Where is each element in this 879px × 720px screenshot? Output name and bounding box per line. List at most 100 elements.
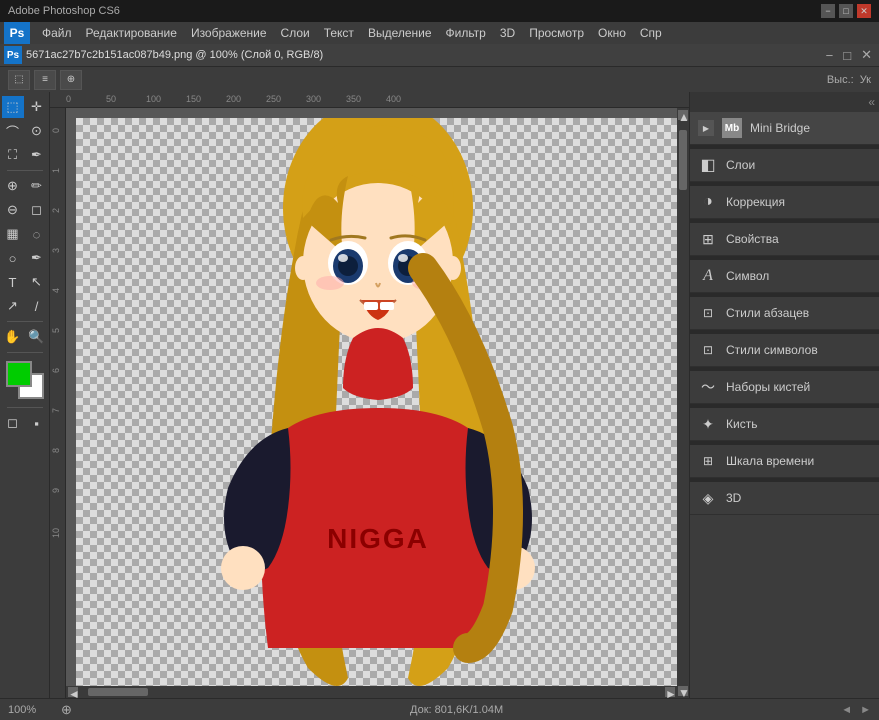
scrollbar-h-thumb[interactable] bbox=[88, 688, 148, 696]
ruler-v-mark-7: 7 bbox=[51, 408, 61, 413]
scrollbar-v-up[interactable]: ▲ bbox=[678, 110, 688, 120]
status-bar: 100% ⊕ Док: 801,6K/1.04M ◄ ► bbox=[0, 698, 879, 720]
maximize-button[interactable]: □ bbox=[839, 4, 853, 18]
ruler-v-mark-9: 9 bbox=[51, 488, 61, 493]
panel-item-properties[interactable]: ⊞ Свойства bbox=[690, 223, 879, 256]
quick-selection-tool[interactable]: ⊙ bbox=[26, 120, 48, 142]
tab-maximize[interactable]: □ bbox=[840, 48, 854, 63]
tool-row-4: ⊕ ✏ bbox=[2, 175, 48, 197]
ruler-mark-200: 200 bbox=[226, 94, 241, 104]
brush-tool[interactable]: ✏ bbox=[26, 175, 48, 197]
ruler-v-mark-6: 6 bbox=[51, 368, 61, 373]
style-option[interactable]: ≡ bbox=[34, 70, 56, 90]
tab-close[interactable]: ✕ bbox=[858, 47, 875, 63]
ruler-v-mark-1: 1 bbox=[51, 168, 61, 173]
panel-item-mini-bridge[interactable]: ▶ Mb Mini Bridge bbox=[690, 112, 879, 145]
scrollbar-h-left[interactable]: ◄ bbox=[68, 687, 78, 697]
close-button[interactable]: ✕ bbox=[857, 4, 871, 18]
feather-option[interactable]: ⬚ bbox=[8, 70, 30, 90]
line-tool[interactable]: / bbox=[26, 295, 48, 317]
menu-view[interactable]: Просмотр bbox=[523, 24, 590, 42]
brush-sets-icon: 〜 bbox=[698, 377, 718, 397]
paragraph-styles-icon: ⊡ bbox=[698, 303, 718, 323]
panel-item-timeline[interactable]: ⊞ Шкала времени bbox=[690, 445, 879, 478]
crop-tool[interactable]: ⛶ bbox=[2, 144, 24, 166]
path-selection-tool[interactable]: ↖ bbox=[26, 271, 48, 293]
panel-item-correction[interactable]: ◑ Коррекция bbox=[690, 186, 879, 219]
transform-option[interactable]: ⊕ bbox=[60, 70, 82, 90]
menu-edit[interactable]: Редактирование bbox=[80, 24, 183, 42]
panel-item-layers[interactable]: ◧ Слои bbox=[690, 149, 879, 182]
timeline-label: Шкала времени bbox=[726, 454, 814, 468]
canvas-wrapper: NIGGA bbox=[76, 118, 679, 688]
ruler-mark-250: 250 bbox=[266, 94, 281, 104]
brush-sets-label: Наборы кистей bbox=[726, 380, 810, 394]
ruler-v-mark-0: 0 bbox=[51, 128, 61, 133]
eyedropper-tool[interactable]: ✒ bbox=[26, 144, 48, 166]
blur-tool[interactable]: ◌ bbox=[26, 223, 48, 245]
correction-label: Коррекция bbox=[726, 195, 785, 209]
mode-standard[interactable]: ◻ bbox=[2, 412, 24, 434]
menu-help[interactable]: Спр bbox=[634, 24, 668, 42]
tool-sep-3 bbox=[7, 352, 43, 353]
color-box bbox=[6, 361, 44, 399]
tab-ps-icon: Ps bbox=[4, 46, 22, 64]
panel-item-brush[interactable]: ✦ Кисть bbox=[690, 408, 879, 441]
panel-item-3d[interactable]: ◈ 3D bbox=[690, 482, 879, 515]
canvas-area: 0 50 100 150 200 250 300 350 400 0 1 2 3… bbox=[50, 92, 689, 698]
ps-logo: Ps bbox=[4, 22, 30, 44]
menu-file[interactable]: Файл bbox=[36, 24, 78, 42]
healing-tool[interactable]: ⊕ bbox=[2, 175, 24, 197]
3d-label: 3D bbox=[726, 491, 741, 505]
scrollbar-h-right[interactable]: ► bbox=[665, 687, 675, 697]
panel-play-icon[interactable]: ▶ bbox=[698, 120, 714, 136]
scrollbar-v-thumb[interactable] bbox=[679, 130, 687, 190]
menu-3d[interactable]: 3D bbox=[494, 24, 521, 42]
panel-item-brush-sets[interactable]: 〜 Наборы кистей bbox=[690, 371, 879, 404]
tool-row-8: T ↖ bbox=[2, 271, 48, 293]
lasso-tool[interactable]: ⌒ bbox=[2, 120, 24, 142]
zoom-tool[interactable]: 🔍 bbox=[26, 326, 48, 348]
status-arrow-left[interactable]: ◄ bbox=[841, 704, 852, 716]
text-tool[interactable]: T bbox=[2, 271, 24, 293]
dodge-tool[interactable]: ○ bbox=[2, 247, 24, 269]
menu-text[interactable]: Текст bbox=[318, 24, 360, 42]
eraser-tool[interactable]: ◻ bbox=[26, 199, 48, 221]
tool-sep-4 bbox=[7, 407, 43, 408]
menu-image[interactable]: Изображение bbox=[185, 24, 273, 42]
canvas-scroll[interactable]: NIGGA bbox=[66, 108, 689, 698]
gradient-tool[interactable]: ▦ bbox=[2, 223, 24, 245]
menu-select[interactable]: Выделение bbox=[362, 24, 438, 42]
character-svg: NIGGA bbox=[188, 118, 568, 688]
mode-full[interactable]: ▪ bbox=[26, 412, 48, 434]
menu-window[interactable]: Окно bbox=[592, 24, 632, 42]
ruler-v-mark-10: 10 bbox=[51, 528, 61, 538]
panel-item-paragraph-styles[interactable]: ⊡ Стили абзацев bbox=[690, 297, 879, 330]
tool-sep-1 bbox=[7, 170, 43, 171]
panel-item-symbol[interactable]: A Символ bbox=[690, 260, 879, 293]
ruler-v-mark-2: 2 bbox=[51, 208, 61, 213]
status-arrow-right[interactable]: ► bbox=[860, 704, 871, 716]
menu-filter[interactable]: Фильтр bbox=[440, 24, 492, 42]
ruler-v-mark-5: 5 bbox=[51, 328, 61, 333]
marquee-tool[interactable]: ⬚ bbox=[2, 96, 24, 118]
tool-row-11: ◻ ▪ bbox=[2, 412, 48, 434]
clone-tool[interactable]: ⊖ bbox=[2, 199, 24, 221]
left-toolbar: ⬚ ✛ ⌒ ⊙ ⛶ ✒ ⊕ ✏ ⊖ ◻ ▦ ◌ ○ ✒ T ↖ bbox=[0, 92, 50, 698]
fg-color-swatch[interactable] bbox=[6, 361, 32, 387]
scrollbar-v[interactable]: ▲ ▼ bbox=[677, 108, 689, 698]
panel-collapse-arrow[interactable]: « bbox=[868, 95, 875, 109]
scrollbar-v-down[interactable]: ▼ bbox=[678, 686, 688, 696]
move-tool[interactable]: ✛ bbox=[26, 96, 48, 118]
minimize-button[interactable]: − bbox=[821, 4, 835, 18]
pen-tool[interactable]: ✒ bbox=[26, 247, 48, 269]
main-area: ⬚ ✛ ⌒ ⊙ ⛶ ✒ ⊕ ✏ ⊖ ◻ ▦ ◌ ○ ✒ T ↖ bbox=[0, 92, 879, 698]
hand-tool[interactable]: ✋ bbox=[2, 326, 24, 348]
menu-layers[interactable]: Слои bbox=[275, 24, 316, 42]
scrollbar-h[interactable]: ◄ ► bbox=[66, 686, 677, 698]
status-icon[interactable]: ⊕ bbox=[61, 702, 72, 718]
panel-item-symbol-styles[interactable]: ⊡ Стили символов bbox=[690, 334, 879, 367]
direct-selection-tool[interactable]: ↗ bbox=[2, 295, 24, 317]
brush-icon: ✦ bbox=[698, 414, 718, 434]
tab-minimize[interactable]: − bbox=[823, 48, 837, 63]
